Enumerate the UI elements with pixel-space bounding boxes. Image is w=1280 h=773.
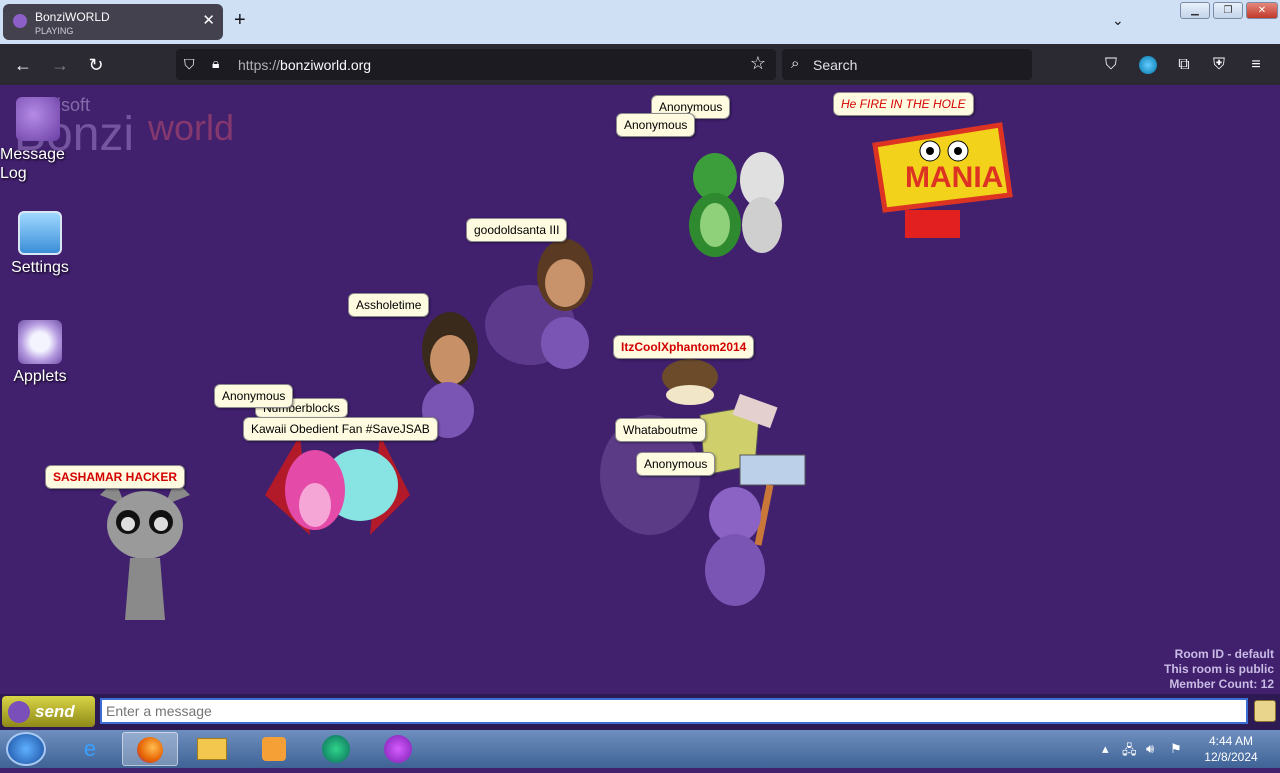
settings-shortcut[interactable]: Settings [0,211,80,277]
applets-label: Applets [13,368,67,385]
action-center-flag-icon[interactable]: ⚑ [1170,741,1182,757]
browser-titlebar: BonziWORLD PLAYING ✕ + ⌄ ▁ ❐ ✕ [0,0,1280,44]
bookmark-star-icon[interactable]: ☆ [750,53,766,74]
bonziworld-room: bonzisoft Bonzi world Message Log Settin… [0,85,1280,730]
tab-title: BonziWORLD [35,10,110,24]
browser-toolbar: ← → ↻ ⛉ 🔒︎ https://bonziworld.org ☆ ⌕ Se… [0,44,1280,85]
send-button[interactable]: send [2,696,95,727]
tab-list-chevron-icon[interactable]: ⌄ [1112,12,1124,29]
ublock-shield-icon[interactable]: ⛨ [1208,54,1230,76]
mania-sprite[interactable]: MANIA [865,115,1015,245]
santa-bonzi-sprite[interactable] [480,225,620,375]
search-bar[interactable]: ⌕ Search [782,49,1032,80]
url-host: bonziworld.org [280,57,372,73]
volume-icon[interactable]: 🔊︎ [1146,741,1154,757]
send-label: send [35,702,75,721]
firefox-icon[interactable] [122,732,178,766]
room-info: Room ID - default This room is public Me… [1164,647,1274,692]
close-tab-icon[interactable]: ✕ [202,13,215,28]
search-placeholder: Search [813,57,858,73]
name-tag: Anonymous [214,384,294,408]
name-tag: Assholetime [348,293,430,317]
network-icon[interactable]: 🖧︎ [1122,741,1137,763]
green-bonzi-sprite[interactable] [670,125,800,265]
menu-hamburger-icon[interactable]: ≡ [1245,54,1267,76]
search-icon: ⌕ [791,55,800,72]
pocket-icon[interactable]: ⛉ [1100,54,1122,76]
internet-explorer-icon[interactable]: e [62,732,118,766]
bonzi-head-icon [8,701,30,723]
name-tag: Anonymous [636,452,716,476]
message-log-shortcut[interactable]: Message Log [0,97,80,183]
name-tag: goodoldsanta III [466,218,568,242]
applets-shortcut[interactable]: Applets [0,320,80,386]
settings-icon [18,211,62,255]
settings-label: Settings [11,259,69,276]
url-scheme: https:// [238,57,281,73]
hammer-bonzi-group[interactable] [590,355,820,615]
name-tag: SASHAMAR HACKER [45,465,186,489]
tab-status: PLAYING [35,26,74,36]
browser-globe-icon[interactable] [308,732,364,766]
message-log-icon [16,97,60,141]
tracking-shield-icon[interactable]: ⛉ [184,56,195,73]
new-tab-icon[interactable]: + [234,10,246,30]
name-tag: He FIRE IN THE HOLE [833,92,974,116]
browser-tab[interactable]: BonziWORLD PLAYING ✕ [3,4,223,40]
chat-message-input[interactable] [100,698,1248,724]
restore-window-button[interactable]: ❐ [1213,2,1243,19]
reload-icon[interactable]: ↻ [84,53,108,77]
room-visibility: This room is public [1163,662,1274,676]
start-button-icon[interactable] [6,732,46,766]
chat-bar: send [0,694,1280,730]
url-text[interactable]: https://bonziworld.org [238,57,371,73]
forward-arrow-icon[interactable]: → [48,53,72,77]
name-tag: Whataboutme [615,418,706,442]
name-tag: Anonymous [616,113,696,137]
name-tag: Kawaii Obedient Fan #SaveJSAB [243,417,438,441]
bonzi-app-icon[interactable] [370,732,426,766]
applets-icon [18,320,62,364]
logo-accent: world [148,107,235,148]
padlock-icon[interactable]: 🔒︎ [212,55,219,72]
file-explorer-icon[interactable] [184,732,240,766]
bonzi-favicon-icon [13,14,27,28]
clock-date: 12/8/2024 [1204,750,1258,764]
name-tag: ItzCoolXphantom2014 [613,335,755,359]
extensions-puzzle-icon[interactable]: ⧉ [1173,54,1195,76]
svg-text:MANIA: MANIA [905,161,1003,194]
address-bar[interactable]: ⛉ 🔒︎ https://bonziworld.org ☆ [176,49,776,80]
tray-expand-icon[interactable]: ▴ [1102,741,1109,757]
system-clock[interactable]: 4:44 AM 12/8/2024 [1196,733,1266,765]
media-player-icon[interactable] [246,732,302,766]
message-log-label: Message Log [0,146,65,182]
firefox-account-icon[interactable] [1137,54,1159,76]
clock-time: 4:44 AM [1208,734,1254,748]
close-window-button[interactable]: ✕ [1246,2,1278,19]
attach-file-icon[interactable] [1254,700,1276,722]
minimize-window-button[interactable]: ▁ [1180,2,1210,19]
gray-character-sprite[interactable] [95,480,195,625]
room-id: Room ID - default [1174,647,1274,661]
windows-taskbar: e ▴ 🖧︎ 🔊︎ ⚑ 4:44 AM 12/8/2024 [0,730,1280,768]
member-count: Member Count: 12 [1169,677,1274,691]
back-arrow-icon[interactable]: ← [11,53,35,77]
